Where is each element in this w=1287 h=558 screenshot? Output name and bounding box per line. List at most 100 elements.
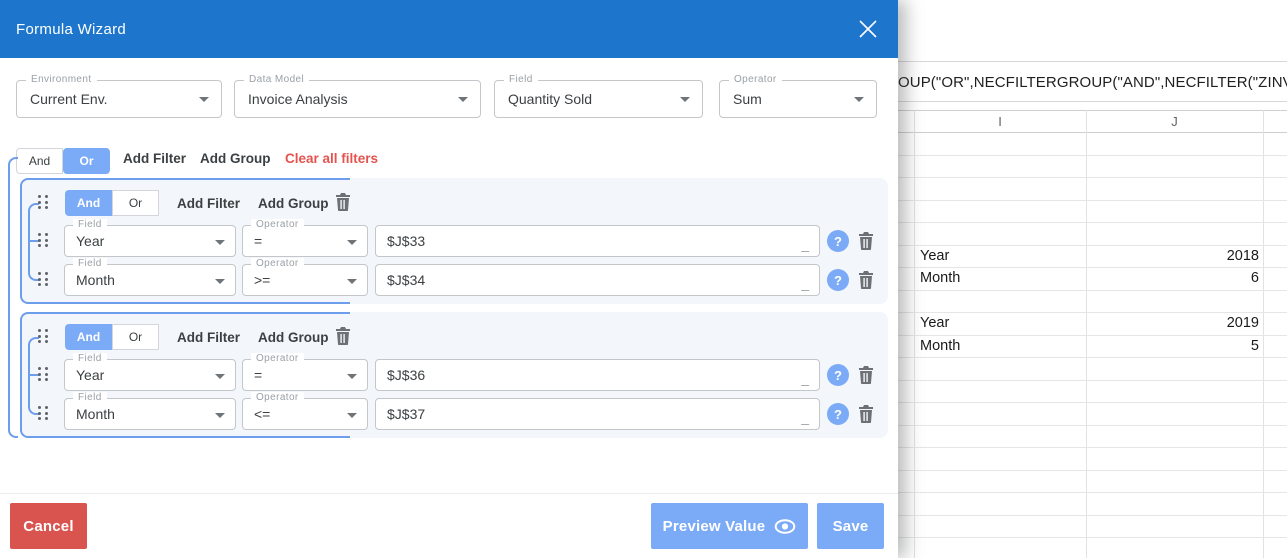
group2-or-option[interactable]: Or — [112, 324, 159, 350]
help-icon[interactable]: ? — [827, 403, 849, 425]
group2-add-group-button[interactable]: Add Group — [258, 330, 329, 345]
trash-icon[interactable] — [858, 232, 874, 250]
field-select[interactable]: Field Quantity Sold — [494, 74, 703, 118]
cell-col-j[interactable] — [1086, 201, 1263, 223]
help-icon[interactable]: ? — [827, 364, 849, 386]
group1-add-filter-button[interactable]: Add Filter — [177, 196, 240, 211]
drag-handle-icon[interactable] — [38, 367, 50, 383]
help-icon[interactable]: ? — [827, 230, 849, 252]
group2-filter2-field-select[interactable]: Field Month — [64, 392, 236, 430]
cell-col-j[interactable] — [1086, 538, 1263, 558]
field-label: Field — [504, 74, 538, 86]
cell-col-i[interactable]: Month — [914, 268, 1086, 290]
drag-handle-icon[interactable] — [38, 233, 50, 249]
drag-handle-icon[interactable] — [38, 272, 50, 288]
root-add-group-button[interactable]: Add Group — [200, 151, 271, 166]
cell-col-j[interactable] — [1086, 156, 1263, 178]
cell-col-j[interactable]: 2019 — [1086, 313, 1263, 335]
cell-col-j[interactable] — [1086, 493, 1263, 515]
clear-all-filters-button[interactable]: Clear all filters — [285, 151, 378, 166]
cell-col-j[interactable] — [1086, 516, 1263, 538]
cell-col-i[interactable] — [914, 291, 1086, 313]
cell-col-i[interactable] — [914, 381, 1086, 403]
field-floating-label: Field — [73, 353, 107, 365]
group2-filter2-value-input[interactable] — [376, 399, 819, 429]
group1-filter2-field-select[interactable]: Field Month — [64, 258, 236, 296]
environment-value: Current Env. — [30, 91, 108, 107]
cell-col-j[interactable] — [1086, 178, 1263, 200]
help-icon[interactable]: ? — [827, 269, 849, 291]
group1-add-group-button[interactable]: Add Group — [258, 196, 329, 211]
sheet-row — [898, 493, 1287, 516]
chevron-down-icon — [215, 374, 225, 379]
cell-col-j[interactable] — [1086, 426, 1263, 448]
sheet-row — [898, 426, 1287, 448]
cell-col-j[interactable]: 5 — [1086, 336, 1263, 358]
group1-filter1-value-input[interactable] — [376, 226, 819, 256]
cell-col-i[interactable]: Month — [914, 336, 1086, 358]
group2-filter1-value-input[interactable] — [376, 360, 819, 390]
group2-filter1-field-select[interactable]: Field Year — [64, 353, 236, 391]
group1-andor-toggle: And Or — [65, 190, 159, 216]
drag-handle-icon[interactable] — [38, 406, 50, 422]
cancel-button[interactable]: Cancel — [10, 503, 87, 549]
group2-add-filter-button[interactable]: Add Filter — [177, 330, 240, 345]
group1-filter1-operator-select[interactable]: Operator = — [242, 219, 368, 257]
cell-col-j[interactable] — [1086, 471, 1263, 493]
preview-value-button[interactable]: Preview Value — [651, 503, 808, 549]
cell-col-i[interactable] — [914, 516, 1086, 538]
cell-col-i[interactable] — [914, 471, 1086, 493]
cell-col-j[interactable]: 2018 — [1086, 246, 1263, 268]
root-and-option[interactable]: And — [16, 148, 63, 174]
group1-filter2-operator-select[interactable]: Operator >= — [242, 258, 368, 296]
close-icon[interactable] — [856, 17, 880, 41]
cell-col-i[interactable] — [914, 426, 1086, 448]
save-button[interactable]: Save — [817, 503, 884, 549]
cell-col-j[interactable] — [1086, 448, 1263, 470]
cell-col-j[interactable] — [1086, 381, 1263, 403]
trash-icon[interactable] — [858, 271, 874, 289]
trash-icon[interactable] — [335, 327, 351, 345]
column-header-j[interactable]: J — [1086, 111, 1263, 134]
cell-col-i[interactable] — [914, 223, 1086, 245]
dialog-header: Formula Wizard — [0, 0, 898, 58]
cell-col-j[interactable] — [1086, 223, 1263, 245]
cell-col-j[interactable] — [1086, 291, 1263, 313]
cell-col-i[interactable] — [914, 178, 1086, 200]
root-or-option[interactable]: Or — [63, 148, 110, 174]
cell-col-i[interactable] — [914, 201, 1086, 223]
footer-divider — [0, 493, 898, 494]
group1-or-option[interactable]: Or — [112, 190, 159, 216]
trash-icon[interactable] — [335, 193, 351, 211]
chevron-down-icon — [347, 279, 357, 284]
group2-and-option[interactable]: And — [65, 324, 112, 350]
operator-select[interactable]: Operator Sum — [719, 74, 877, 118]
cell-col-j[interactable] — [1086, 133, 1263, 155]
cell-col-i[interactable] — [914, 538, 1086, 558]
cell-col-i[interactable] — [914, 403, 1086, 425]
group2-filter2-operator-select[interactable]: Operator <= — [242, 392, 368, 430]
cell-col-j[interactable] — [1086, 403, 1263, 425]
formula-bar[interactable]: OUP("OR",NECFILTERGROUP("AND",NECFILTER(… — [898, 63, 1287, 102]
group1-and-option[interactable]: And — [65, 190, 112, 216]
cell-col-j[interactable] — [1086, 358, 1263, 380]
cell-col-i[interactable]: Year — [914, 313, 1086, 335]
trash-icon[interactable] — [858, 405, 874, 423]
column-header-i[interactable]: I — [914, 111, 1086, 134]
cell-col-i[interactable] — [914, 493, 1086, 515]
group1-filter2-value-input[interactable] — [376, 265, 819, 295]
environment-select[interactable]: Environment Current Env. — [16, 74, 222, 118]
root-add-filter-button[interactable]: Add Filter — [123, 151, 186, 166]
trash-icon[interactable] — [858, 366, 874, 384]
cell-col-i[interactable] — [914, 156, 1086, 178]
cell-col-i[interactable] — [914, 448, 1086, 470]
drag-handle-icon[interactable] — [38, 329, 50, 345]
group2-filter1-operator-select[interactable]: Operator = — [242, 353, 368, 391]
cell-col-i[interactable] — [914, 358, 1086, 380]
data-model-select[interactable]: Data Model Invoice Analysis — [234, 74, 481, 118]
group1-filter1-field-select[interactable]: Field Year — [64, 219, 236, 257]
drag-handle-icon[interactable] — [38, 195, 50, 211]
cell-col-i[interactable] — [914, 133, 1086, 155]
cell-col-i[interactable]: Year — [914, 246, 1086, 268]
cell-col-j[interactable]: 6 — [1086, 268, 1263, 290]
